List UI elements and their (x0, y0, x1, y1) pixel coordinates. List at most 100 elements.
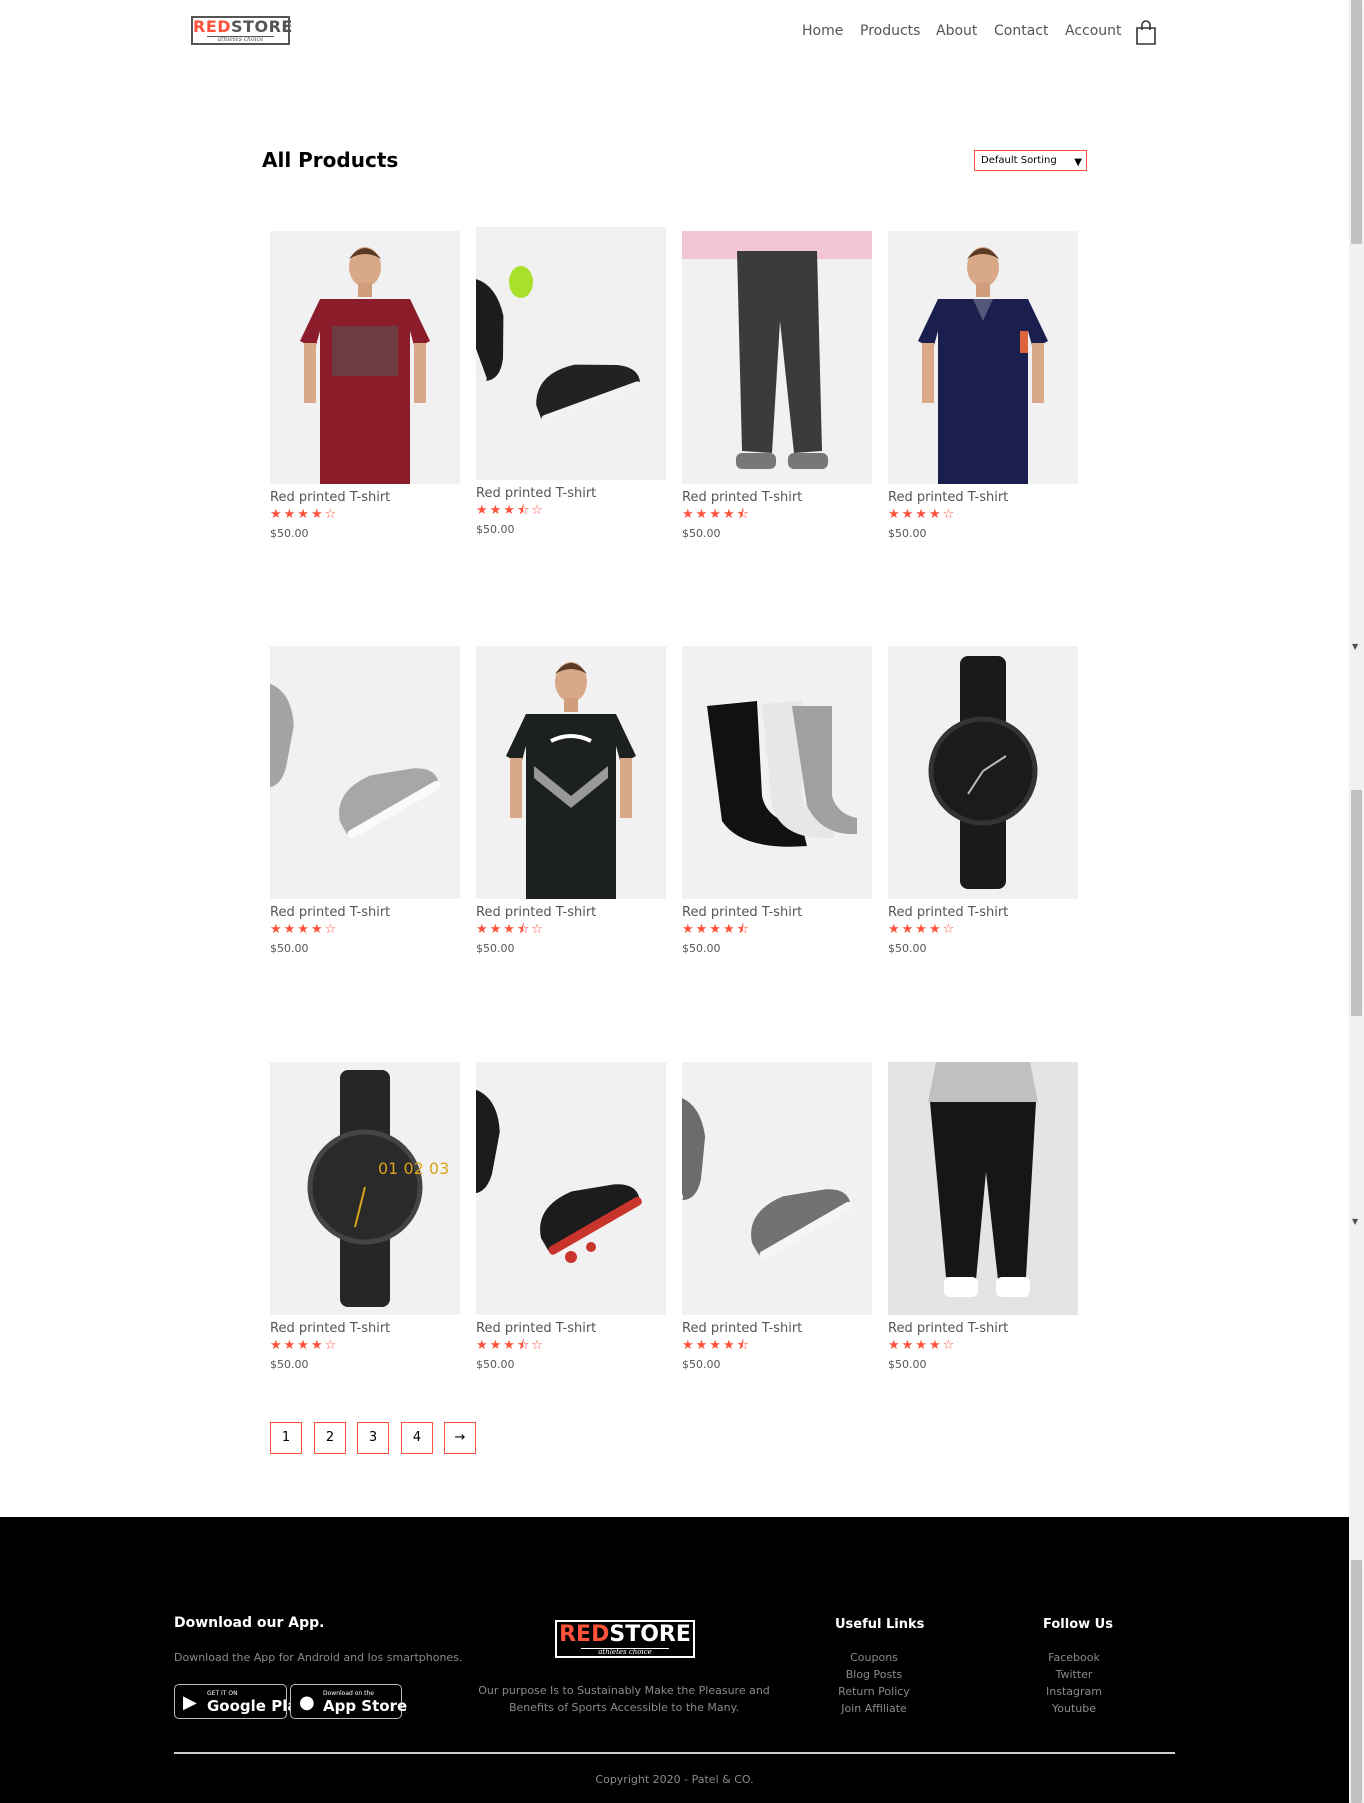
footer-logo-red-text: RED (559, 1622, 610, 1647)
footer-link-instagram[interactable]: Instagram (1024, 1683, 1124, 1700)
product-card[interactable]: Red printed T-shirt ★★★⯪☆ $50.00 (476, 227, 666, 536)
product-price: $50.00 (270, 942, 309, 955)
footer-link-facebook[interactable]: Facebook (1024, 1649, 1124, 1666)
product-name[interactable]: Red printed T-shirt (888, 905, 1078, 920)
product-price: $50.00 (270, 1358, 309, 1371)
product-card[interactable]: Red printed T-shirt ★★★★☆ $50.00 (270, 231, 460, 540)
product-price: $50.00 (476, 1358, 515, 1371)
rating-stars-icon: ★★★★☆ (270, 507, 339, 522)
logo[interactable]: REDSTORE athletes choice (191, 16, 293, 45)
product-image[interactable] (476, 1062, 666, 1315)
app-store-small-text: Download on the (323, 1690, 374, 1697)
product-image[interactable] (682, 231, 872, 484)
product-name[interactable]: Red printed T-shirt (888, 1321, 1078, 1336)
footer-app-heading: Download our App. (174, 1615, 325, 1631)
product-card[interactable]: Red printed T-shirt ★★★⯪☆ $50.00 (476, 646, 666, 955)
rating-stars-icon: ★★★★☆ (888, 922, 957, 937)
product-image[interactable] (270, 646, 460, 899)
product-price: $50.00 (476, 942, 515, 955)
product-name[interactable]: Red printed T-shirt (476, 486, 666, 501)
product-name[interactable]: Red printed T-shirt (888, 490, 1078, 505)
product-name[interactable]: Red printed T-shirt (270, 905, 460, 920)
product-image[interactable] (682, 1062, 872, 1315)
rating-stars-icon: ★★★⯪☆ (476, 503, 545, 518)
product-card[interactable]: Red printed T-shirt ★★★★☆ $50.00 (270, 646, 460, 955)
product-price: $50.00 (888, 942, 927, 955)
footer: Download our App. Download the App for A… (0, 1517, 1349, 1803)
copyright-text: Copyright 2020 - Patel & CO. (595, 1773, 754, 1786)
product-card[interactable]: 01 02 03 Red printed T-shirt ★★★★☆ $50.0… (270, 1062, 460, 1371)
google-play-button[interactable]: ▶ GET IT ON Google Play (174, 1684, 307, 1719)
play-store-icon: ▶ (183, 1692, 197, 1713)
page-button-1[interactable]: 1 (270, 1422, 302, 1454)
product-card[interactable]: Red printed T-shirt ★★★★⯪ $50.00 (682, 646, 872, 955)
sort-select[interactable]: Default Sorting ▼ (974, 150, 1087, 171)
follow-us-heading: Follow Us (1043, 1617, 1113, 1632)
useful-links-heading: Useful Links (835, 1617, 925, 1632)
product-card[interactable]: Red printed T-shirt ★★★★⯪ $50.00 (682, 231, 872, 540)
product-image[interactable] (682, 646, 872, 899)
nav-contact[interactable]: Contact (994, 23, 1048, 39)
scrollbar-thumb-2[interactable] (1351, 790, 1362, 1016)
product-name[interactable]: Red printed T-shirt (476, 1321, 666, 1336)
nav-about[interactable]: About (936, 23, 977, 39)
product-price: $50.00 (682, 1358, 721, 1371)
product-card[interactable]: Red printed T-shirt ★★★★☆ $50.00 (888, 646, 1078, 955)
product-name[interactable]: Red printed T-shirt (682, 1321, 872, 1336)
footer-link-twitter[interactable]: Twitter (1024, 1666, 1124, 1683)
apple-icon: ● (299, 1692, 315, 1713)
product-price: $50.00 (476, 523, 515, 536)
product-card[interactable]: Red printed T-shirt ★★★★☆ $50.00 (888, 1062, 1078, 1371)
app-store-big-text: App Store (323, 1697, 408, 1715)
product-image[interactable] (888, 646, 1078, 899)
shopping-bag-icon[interactable] (1135, 20, 1157, 46)
nav-account[interactable]: Account (1065, 23, 1122, 39)
footer-divider (174, 1752, 1175, 1754)
nav-products[interactable]: Products (860, 23, 920, 39)
product-name[interactable]: Red printed T-shirt (270, 490, 460, 505)
page-button-2[interactable]: 2 (314, 1422, 346, 1454)
rating-stars-icon: ★★★★☆ (270, 922, 339, 937)
scrollbar-thumb[interactable] (1351, 0, 1362, 244)
app-store-button[interactable]: ● Download on the App Store (290, 1684, 407, 1719)
product-name[interactable]: Red printed T-shirt (476, 905, 666, 920)
product-name[interactable]: Red printed T-shirt (682, 490, 872, 505)
product-price: $50.00 (682, 527, 721, 540)
product-card[interactable]: Red printed T-shirt ★★★★⯪ $50.00 (682, 1062, 872, 1371)
footer-link-join-affiliate[interactable]: Join Affiliate (823, 1700, 925, 1717)
nav-home[interactable]: Home (802, 23, 843, 39)
product-image[interactable] (476, 227, 666, 480)
footer-link-blog-posts[interactable]: Blog Posts (823, 1666, 925, 1683)
product-price: $50.00 (888, 527, 927, 540)
useful-links-list: Coupons Blog Posts Return Policy Join Af… (823, 1649, 925, 1717)
logo-store-text: STORE (231, 17, 293, 36)
next-page-button[interactable]: → (444, 1422, 476, 1454)
product-image[interactable] (888, 231, 1078, 484)
product-price: $50.00 (682, 942, 721, 955)
product-image[interactable] (476, 646, 666, 899)
page-scrollbar[interactable]: ▼ ▼ (1349, 0, 1364, 1803)
product-name[interactable]: Red printed T-shirt (682, 905, 872, 920)
scroll-down-arrow-icon-2[interactable]: ▼ (1352, 1217, 1358, 1226)
product-image[interactable]: 01 02 03 (270, 1062, 460, 1315)
rating-stars-icon: ★★★★⯪ (682, 922, 751, 937)
page-button-4[interactable]: 4 (401, 1422, 433, 1454)
footer-link-return-policy[interactable]: Return Policy (823, 1683, 925, 1700)
product-card[interactable]: Red printed T-shirt ★★★★☆ $50.00 (888, 231, 1078, 540)
page-button-3[interactable]: 3 (357, 1422, 389, 1454)
product-name[interactable]: Red printed T-shirt (270, 1321, 460, 1336)
rating-stars-icon: ★★★★☆ (270, 1338, 339, 1353)
product-image[interactable] (888, 1062, 1078, 1315)
footer-about-text: Our purpose Is to Sustainably Make the P… (478, 1684, 770, 1714)
scroll-down-arrow-icon[interactable]: ▼ (1352, 642, 1358, 651)
logo-tagline: athletes choice (207, 36, 274, 43)
product-card[interactable]: Red printed T-shirt ★★★⯪☆ $50.00 (476, 1062, 666, 1371)
footer-link-coupons[interactable]: Coupons (823, 1649, 925, 1666)
footer-logo-tagline: athletes choice (581, 1648, 669, 1656)
footer-logo-store-text: STORE (609, 1622, 691, 1647)
navbar: REDSTORE athletes choice Home Products A… (0, 0, 1349, 66)
product-image[interactable] (270, 231, 460, 484)
footer-link-youtube[interactable]: Youtube (1024, 1700, 1124, 1717)
chevron-down-icon: ▼ (1074, 157, 1082, 168)
scrollbar-thumb-3[interactable] (1351, 1560, 1362, 1803)
